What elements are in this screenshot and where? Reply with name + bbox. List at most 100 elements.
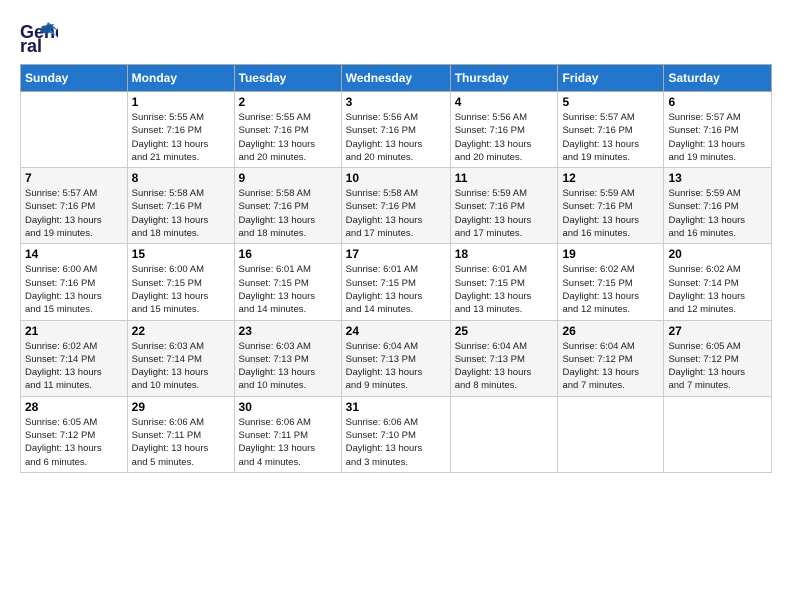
calendar-cell: 18 Sunrise: 6:01 AM Sunset: 7:15 PM Dayli… bbox=[450, 244, 558, 320]
weekday-header-tuesday: Tuesday bbox=[234, 65, 341, 92]
day-number: 26 bbox=[562, 324, 659, 338]
day-info: Sunrise: 6:02 AM Sunset: 7:14 PM Dayligh… bbox=[668, 263, 767, 316]
calendar-cell: 10 Sunrise: 5:58 AM Sunset: 7:16 PM Dayli… bbox=[341, 168, 450, 244]
week-row-4: 21 Sunrise: 6:02 AM Sunset: 7:14 PM Dayli… bbox=[21, 320, 772, 396]
calendar-cell: 21 Sunrise: 6:02 AM Sunset: 7:14 PM Dayli… bbox=[21, 320, 128, 396]
day-info: Sunrise: 5:57 AM Sunset: 7:16 PM Dayligh… bbox=[25, 187, 123, 240]
day-info: Sunrise: 5:59 AM Sunset: 7:16 PM Dayligh… bbox=[668, 187, 767, 240]
day-number: 5 bbox=[562, 95, 659, 109]
day-number: 12 bbox=[562, 171, 659, 185]
calendar-cell: 24 Sunrise: 6:04 AM Sunset: 7:13 PM Dayli… bbox=[341, 320, 450, 396]
day-info: Sunrise: 5:58 AM Sunset: 7:16 PM Dayligh… bbox=[239, 187, 337, 240]
day-number: 22 bbox=[132, 324, 230, 338]
day-number: 18 bbox=[455, 247, 554, 261]
day-number: 30 bbox=[239, 400, 337, 414]
week-row-5: 28Sunrise: 6:05 AM Sunset: 7:12 PM Dayli… bbox=[21, 396, 772, 472]
calendar-cell: 27 Sunrise: 6:05 AM Sunset: 7:12 PM Dayli… bbox=[664, 320, 772, 396]
day-info: Sunrise: 6:06 AM Sunset: 7:10 PM Dayligh… bbox=[346, 416, 446, 469]
day-info: Sunrise: 5:55 AM Sunset: 7:16 PM Dayligh… bbox=[239, 111, 337, 164]
day-info: Sunrise: 6:00 AM Sunset: 7:15 PM Dayligh… bbox=[132, 263, 230, 316]
calendar-cell: 23 Sunrise: 6:03 AM Sunset: 7:13 PM Dayli… bbox=[234, 320, 341, 396]
day-number: 3 bbox=[346, 95, 446, 109]
header-row: SundayMondayTuesdayWednesdayThursdayFrid… bbox=[21, 65, 772, 92]
week-row-2: 7Sunrise: 5:57 AM Sunset: 7:16 PM Daylig… bbox=[21, 168, 772, 244]
day-info: Sunrise: 6:01 AM Sunset: 7:15 PM Dayligh… bbox=[455, 263, 554, 316]
calendar-cell: 6 Sunrise: 5:57 AM Sunset: 7:16 PM Daylig… bbox=[664, 92, 772, 168]
calendar-cell: 9Sunrise: 5:58 AM Sunset: 7:16 PM Daylig… bbox=[234, 168, 341, 244]
calendar-cell: 22 Sunrise: 6:03 AM Sunset: 7:14 PM Dayli… bbox=[127, 320, 234, 396]
calendar-cell: 31 Sunrise: 6:06 AM Sunset: 7:10 PM Dayli… bbox=[341, 396, 450, 472]
calendar-cell: 7Sunrise: 5:57 AM Sunset: 7:16 PM Daylig… bbox=[21, 168, 128, 244]
calendar-cell: 4 Sunrise: 5:56 AM Sunset: 7:16 PM Daylig… bbox=[450, 92, 558, 168]
day-number: 31 bbox=[346, 400, 446, 414]
week-row-1: 1 Sunrise: 5:55 AM Sunset: 7:16 PM Daylig… bbox=[21, 92, 772, 168]
day-info: Sunrise: 5:55 AM Sunset: 7:16 PM Dayligh… bbox=[132, 111, 230, 164]
weekday-header-thursday: Thursday bbox=[450, 65, 558, 92]
calendar-cell: 20 Sunrise: 6:02 AM Sunset: 7:14 PM Dayli… bbox=[664, 244, 772, 320]
day-info: Sunrise: 5:57 AM Sunset: 7:16 PM Dayligh… bbox=[668, 111, 767, 164]
calendar-cell: 2Sunrise: 5:55 AM Sunset: 7:16 PM Daylig… bbox=[234, 92, 341, 168]
day-info: Sunrise: 6:04 AM Sunset: 7:12 PM Dayligh… bbox=[562, 340, 659, 393]
day-info: Sunrise: 6:00 AM Sunset: 7:16 PM Dayligh… bbox=[25, 263, 123, 316]
day-number: 14 bbox=[25, 247, 123, 261]
calendar-cell: 28Sunrise: 6:05 AM Sunset: 7:12 PM Dayli… bbox=[21, 396, 128, 472]
calendar-cell: 19 Sunrise: 6:02 AM Sunset: 7:15 PM Dayli… bbox=[558, 244, 664, 320]
day-number: 21 bbox=[25, 324, 123, 338]
day-number: 1 bbox=[132, 95, 230, 109]
day-info: Sunrise: 5:59 AM Sunset: 7:16 PM Dayligh… bbox=[455, 187, 554, 240]
day-info: Sunrise: 6:05 AM Sunset: 7:12 PM Dayligh… bbox=[25, 416, 123, 469]
calendar-cell: 30Sunrise: 6:06 AM Sunset: 7:11 PM Dayli… bbox=[234, 396, 341, 472]
day-info: Sunrise: 6:04 AM Sunset: 7:13 PM Dayligh… bbox=[346, 340, 446, 393]
calendar-cell: 26 Sunrise: 6:04 AM Sunset: 7:12 PM Dayli… bbox=[558, 320, 664, 396]
day-info: Sunrise: 6:02 AM Sunset: 7:15 PM Dayligh… bbox=[562, 263, 659, 316]
weekday-header-monday: Monday bbox=[127, 65, 234, 92]
calendar-cell: 17 Sunrise: 6:01 AM Sunset: 7:15 PM Dayli… bbox=[341, 244, 450, 320]
day-info: Sunrise: 6:05 AM Sunset: 7:12 PM Dayligh… bbox=[668, 340, 767, 393]
day-number: 17 bbox=[346, 247, 446, 261]
weekday-header-wednesday: Wednesday bbox=[341, 65, 450, 92]
day-info: Sunrise: 6:03 AM Sunset: 7:14 PM Dayligh… bbox=[132, 340, 230, 393]
day-info: Sunrise: 6:04 AM Sunset: 7:13 PM Dayligh… bbox=[455, 340, 554, 393]
weekday-header-sunday: Sunday bbox=[21, 65, 128, 92]
day-info: Sunrise: 6:03 AM Sunset: 7:13 PM Dayligh… bbox=[239, 340, 337, 393]
day-number: 24 bbox=[346, 324, 446, 338]
day-info: Sunrise: 5:56 AM Sunset: 7:16 PM Dayligh… bbox=[455, 111, 554, 164]
day-info: Sunrise: 5:56 AM Sunset: 7:16 PM Dayligh… bbox=[346, 111, 446, 164]
day-info: Sunrise: 5:58 AM Sunset: 7:16 PM Dayligh… bbox=[346, 187, 446, 240]
day-number: 8 bbox=[132, 171, 230, 185]
day-info: Sunrise: 5:58 AM Sunset: 7:16 PM Dayligh… bbox=[132, 187, 230, 240]
calendar-cell bbox=[558, 396, 664, 472]
calendar-cell: 11Sunrise: 5:59 AM Sunset: 7:16 PM Dayli… bbox=[450, 168, 558, 244]
svg-text:ral: ral bbox=[20, 36, 42, 54]
day-number: 16 bbox=[239, 247, 337, 261]
day-number: 10 bbox=[346, 171, 446, 185]
calendar-cell: 15 Sunrise: 6:00 AM Sunset: 7:15 PM Dayli… bbox=[127, 244, 234, 320]
calendar-cell bbox=[21, 92, 128, 168]
calendar-cell: 8 Sunrise: 5:58 AM Sunset: 7:16 PM Daylig… bbox=[127, 168, 234, 244]
day-number: 19 bbox=[562, 247, 659, 261]
day-info: Sunrise: 6:02 AM Sunset: 7:14 PM Dayligh… bbox=[25, 340, 123, 393]
calendar-cell: 13 Sunrise: 5:59 AM Sunset: 7:16 PM Dayli… bbox=[664, 168, 772, 244]
day-number: 23 bbox=[239, 324, 337, 338]
day-number: 15 bbox=[132, 247, 230, 261]
day-number: 6 bbox=[668, 95, 767, 109]
page-header: Gene ral bbox=[20, 20, 772, 54]
day-number: 13 bbox=[668, 171, 767, 185]
calendar-cell bbox=[664, 396, 772, 472]
weekday-header-friday: Friday bbox=[558, 65, 664, 92]
logo: Gene ral bbox=[20, 20, 64, 54]
weekday-header-saturday: Saturday bbox=[664, 65, 772, 92]
week-row-3: 14 Sunrise: 6:00 AM Sunset: 7:16 PM Dayli… bbox=[21, 244, 772, 320]
calendar-cell: 1 Sunrise: 5:55 AM Sunset: 7:16 PM Daylig… bbox=[127, 92, 234, 168]
logo-icon: Gene ral bbox=[20, 20, 58, 54]
calendar-cell: 16Sunrise: 6:01 AM Sunset: 7:15 PM Dayli… bbox=[234, 244, 341, 320]
day-number: 29 bbox=[132, 400, 230, 414]
day-number: 27 bbox=[668, 324, 767, 338]
day-info: Sunrise: 5:59 AM Sunset: 7:16 PM Dayligh… bbox=[562, 187, 659, 240]
day-info: Sunrise: 5:57 AM Sunset: 7:16 PM Dayligh… bbox=[562, 111, 659, 164]
day-number: 20 bbox=[668, 247, 767, 261]
calendar-cell: 25Sunrise: 6:04 AM Sunset: 7:13 PM Dayli… bbox=[450, 320, 558, 396]
calendar-cell: 29Sunrise: 6:06 AM Sunset: 7:11 PM Dayli… bbox=[127, 396, 234, 472]
day-number: 4 bbox=[455, 95, 554, 109]
day-info: Sunrise: 6:01 AM Sunset: 7:15 PM Dayligh… bbox=[346, 263, 446, 316]
